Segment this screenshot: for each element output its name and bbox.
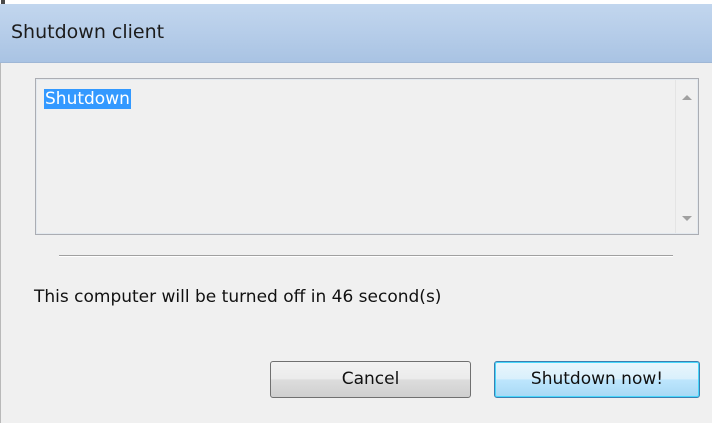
scroll-up-arrow-icon[interactable] bbox=[682, 95, 692, 100]
message-text-container: Shutdown bbox=[44, 89, 131, 109]
vertical-scrollbar[interactable] bbox=[675, 80, 697, 233]
message-textbox[interactable]: Shutdown bbox=[35, 78, 699, 235]
window-title: Shutdown client bbox=[11, 21, 165, 43]
dialog-client-area: Shutdown This computer will be turned of… bbox=[0, 63, 712, 423]
scroll-down-arrow-icon[interactable] bbox=[682, 216, 692, 221]
separator-line bbox=[59, 255, 673, 257]
countdown-status-text: This computer will be turned off in 46 s… bbox=[34, 287, 442, 307]
shutdown-now-button[interactable]: Shutdown now! bbox=[494, 361, 700, 398]
shutdown-dialog: Shutdown client Shutdown This computer w… bbox=[0, 0, 712, 423]
title-bar[interactable]: Shutdown client bbox=[0, 4, 712, 63]
message-text-selected: Shutdown bbox=[44, 89, 131, 109]
cancel-button[interactable]: Cancel bbox=[270, 361, 471, 398]
